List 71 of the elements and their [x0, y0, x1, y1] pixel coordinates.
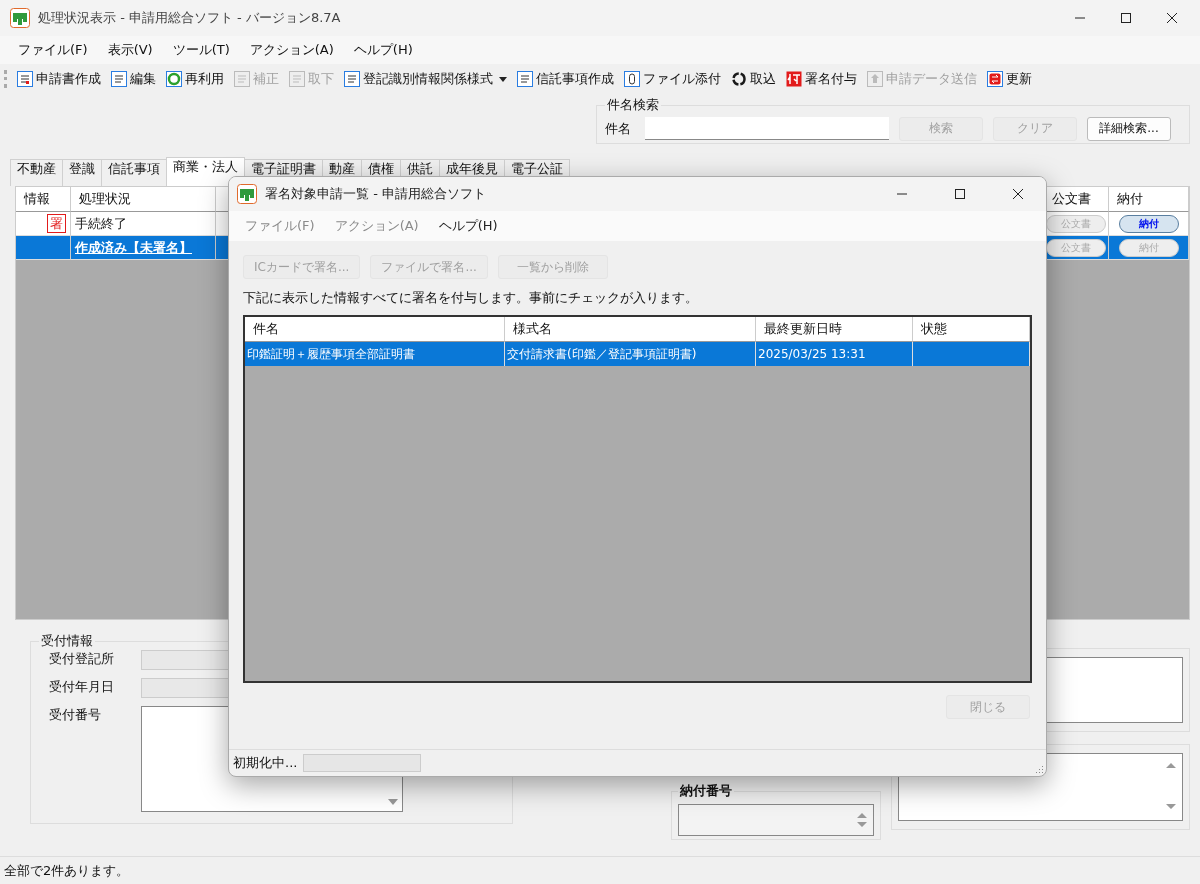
maximize-icon[interactable]: [1120, 12, 1132, 24]
status-text: 初期化中...: [233, 754, 298, 772]
group-label: 件名検索: [606, 96, 660, 114]
table-cell[interactable]: 印鑑証明＋履歴事項全部証明書: [245, 342, 505, 366]
column-header: 情報: [16, 187, 71, 212]
refresh-icon: [166, 71, 182, 87]
document-icon: [344, 71, 360, 87]
scroll-down-icon[interactable]: [388, 799, 398, 805]
field-label: 受付登記所: [49, 650, 115, 668]
app-icon: [10, 8, 30, 28]
table-cell[interactable]: 交付請求書(印鑑／登記事項証明書): [505, 342, 756, 366]
column-header: 状態: [913, 317, 1030, 342]
toolbar-button[interactable]: ファイル添付: [621, 70, 724, 88]
seal-badge: 署: [47, 214, 66, 233]
field-label: 受付番号: [49, 706, 102, 724]
column-header: 処理状況: [71, 187, 216, 212]
document-icon: [517, 71, 533, 87]
column-header: 納付: [1109, 187, 1189, 212]
spin-field[interactable]: [678, 804, 874, 836]
table-cell[interactable]: [913, 342, 1030, 366]
toolbar-button[interactable]: 更新: [984, 70, 1035, 88]
field-label: 件名: [605, 119, 631, 138]
instruction-text: 下記に表示した情報すべてに署名を付与します。事前にチェックが入ります。: [243, 289, 699, 307]
toolbar-button[interactable]: 取込: [728, 70, 779, 88]
payment-button[interactable]: 納付: [1118, 214, 1179, 233]
toolbar-button[interactable]: 編集: [108, 70, 159, 88]
group-label: 受付情報: [40, 632, 94, 650]
column-header: 件名: [245, 317, 505, 342]
document-icon: [17, 71, 33, 87]
menu-item[interactable]: ファイル(F): [8, 41, 98, 59]
column-header: 公文書: [1044, 187, 1109, 212]
document-icon: [289, 71, 305, 87]
document-icon: [234, 71, 250, 87]
tab[interactable]: 商業・法人: [166, 157, 245, 186]
close-icon[interactable]: [1012, 188, 1024, 200]
menu-item[interactable]: アクション(A): [239, 41, 344, 59]
menu-item[interactable]: ヘルプ(H): [428, 217, 508, 235]
status-text: 全部で2件あります。: [4, 861, 130, 880]
column-header: 様式名: [505, 317, 756, 342]
maximize-icon[interactable]: [954, 188, 966, 200]
resize-grip-icon[interactable]: [1034, 764, 1044, 774]
menu-item[interactable]: 表示(V): [97, 41, 163, 59]
close-icon[interactable]: [1166, 12, 1178, 24]
refresh-icon: [731, 71, 747, 87]
status-cell: 手続終了: [71, 212, 216, 236]
menu-item[interactable]: ヘルプ(H): [343, 41, 423, 59]
toolbar-button[interactable]: 登記識別情報関係様式: [341, 70, 510, 88]
group-label: 納付番号: [679, 782, 733, 800]
toolbar-button[interactable]: 署名付与: [783, 70, 860, 88]
tab[interactable]: 不動産: [10, 159, 63, 186]
document-icon: [111, 71, 127, 87]
spin-arrows-icon[interactable]: [857, 811, 867, 829]
upload-icon: [867, 71, 883, 87]
column-header: 最終更新日時: [756, 317, 913, 342]
toolbar-grip[interactable]: [4, 70, 10, 88]
field-label: 受付年月日: [49, 678, 115, 696]
toolbar-button[interactable]: 再利用: [163, 70, 227, 88]
toolbar-button[interactable]: 申請書作成: [14, 70, 104, 88]
status-cell[interactable]: 作成済み【未署名】: [71, 236, 216, 260]
seal-icon: [786, 71, 802, 87]
window-title: 処理状況表示 - 申請用総合ソフト - バージョン8.7A: [38, 9, 342, 27]
dialog-title: 署名対象申請一覧 - 申請用総合ソフト: [265, 185, 487, 203]
search-button[interactable]: 詳細検索...: [1087, 116, 1171, 141]
table-cell[interactable]: 2025/03/25 13:31: [756, 342, 913, 366]
search-field[interactable]: [645, 117, 889, 140]
app-icon: [237, 184, 257, 204]
scroll-arrows-icon[interactable]: [1166, 762, 1176, 810]
paperclip-icon: [624, 71, 640, 87]
menu-item[interactable]: ツール(T): [162, 41, 240, 59]
refresh-icon: [987, 71, 1003, 87]
toolbar-button[interactable]: 信託事項作成: [514, 70, 617, 88]
